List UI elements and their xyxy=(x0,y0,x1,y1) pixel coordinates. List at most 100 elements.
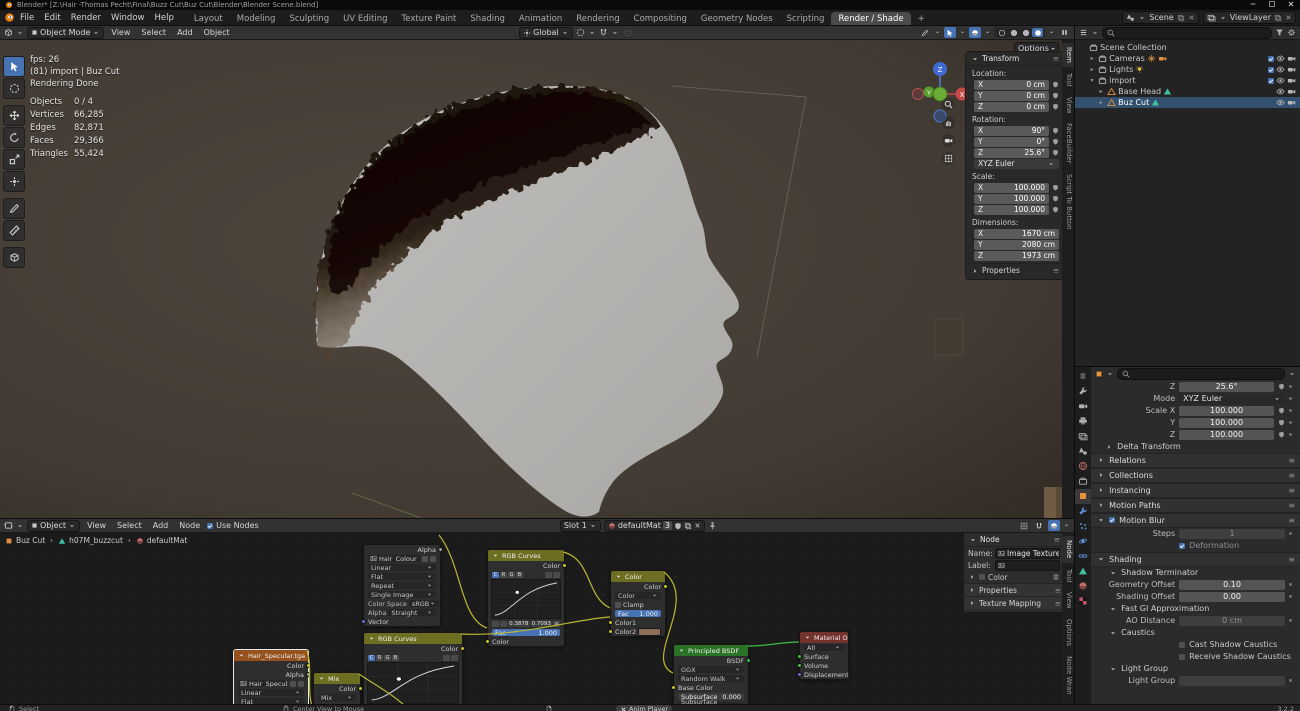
shader-tab-node[interactable]: Node xyxy=(1062,536,1074,562)
slot-dropdown[interactable]: Slot 1 xyxy=(560,520,601,532)
viewport-toggle-0-icon[interactable] xyxy=(919,27,931,38)
anim-player-pill[interactable]: Anim Player xyxy=(616,705,672,711)
workspace-tab-texture-paint[interactable]: Texture Paint xyxy=(395,12,464,25)
viewport-menu-view[interactable]: View xyxy=(107,28,134,37)
use-nodes-checkbox[interactable]: Use Nodes xyxy=(207,521,259,530)
include-checkbox[interactable] xyxy=(1268,56,1274,62)
gizmo-neg-x-axis[interactable] xyxy=(913,89,924,100)
props-tab-4-scene[interactable] xyxy=(1075,444,1091,459)
hide-viewport-icon[interactable] xyxy=(1276,54,1285,63)
color-enable-checkbox[interactable] xyxy=(979,574,985,580)
material-users-count[interactable]: 3 xyxy=(663,521,672,530)
hide-viewport-icon[interactable] xyxy=(1276,65,1285,74)
subpanel-header-delta-transform[interactable]: Delta Transform xyxy=(1091,441,1300,453)
snap-toggle-icon[interactable] xyxy=(599,28,608,37)
lock-icon[interactable] xyxy=(1278,431,1285,438)
animate-dot[interactable] xyxy=(1289,679,1292,682)
unlink-scene-icon[interactable] xyxy=(1188,14,1195,21)
props-tab-13-sphere[interactable] xyxy=(1075,579,1091,594)
tool-measure[interactable] xyxy=(3,220,25,241)
props-tab-0-wrench[interactable] xyxy=(1075,384,1091,399)
field-scale-y[interactable]: Y100.000 xyxy=(974,194,1049,204)
animate-dot[interactable] xyxy=(1289,409,1292,412)
include-checkbox[interactable] xyxy=(1268,67,1274,73)
shader-menu-add[interactable]: Add xyxy=(149,521,173,530)
prop-field[interactable]: 100.000 xyxy=(1179,406,1274,416)
transform-orientation-dropdown[interactable]: Global xyxy=(519,27,573,39)
lock-icon[interactable] xyxy=(1052,138,1059,145)
proportional-editing-icon[interactable] xyxy=(622,27,634,38)
lock-icon[interactable] xyxy=(1278,407,1285,414)
viewport-menu-object[interactable]: Object xyxy=(200,28,234,37)
props-tab-6-collection[interactable] xyxy=(1075,474,1091,489)
expander-icon[interactable]: ▸ xyxy=(1088,66,1096,73)
lock-icon[interactable] xyxy=(1278,383,1285,390)
outliner-settings-icon[interactable] xyxy=(1287,28,1296,37)
disable-render-icon[interactable] xyxy=(1287,76,1296,85)
shader-menu-view[interactable]: View xyxy=(83,521,110,530)
shading-wireframe-icon[interactable] xyxy=(996,28,1007,37)
prop-field[interactable] xyxy=(1179,676,1285,686)
props-tab-7-objsq[interactable] xyxy=(1075,489,1091,504)
props-tab-3-photos[interactable] xyxy=(1075,429,1091,444)
field-rotation-y[interactable]: Y0° xyxy=(974,137,1049,147)
prop-checkbox-deformation[interactable]: Deformation xyxy=(1091,540,1300,552)
checkbox[interactable] xyxy=(1179,543,1185,549)
shader-toggle-2-icon[interactable] xyxy=(1048,520,1060,531)
outliner-row-cameras[interactable]: ▸Cameras xyxy=(1075,53,1300,64)
new-material-icon[interactable] xyxy=(684,522,692,530)
nav-toggle-ortho[interactable] xyxy=(942,152,955,165)
lock-icon[interactable] xyxy=(1052,195,1059,202)
pause-render-icon[interactable] xyxy=(1058,27,1070,38)
panel-header-motion-blur[interactable]: Motion Blur≡ xyxy=(1091,513,1300,528)
vp-tab-view[interactable]: View xyxy=(1062,93,1074,118)
props-tab-1-camv[interactable] xyxy=(1075,399,1091,414)
new-scene-icon[interactable] xyxy=(1177,14,1185,22)
shading-material-preview-icon[interactable] xyxy=(1020,28,1031,37)
node-label-field[interactable] xyxy=(995,560,1060,571)
properties-editor[interactable]: Z25.6°ModeXYZ EulerScale X100.000Y100.00… xyxy=(1075,366,1300,705)
subpanel-header-shadow-terminator[interactable]: Shadow Terminator xyxy=(1091,567,1300,579)
props-tab-5-globe[interactable] xyxy=(1075,459,1091,474)
pivot-point-icon[interactable] xyxy=(576,28,585,37)
lock-icon[interactable] xyxy=(1052,206,1059,213)
disable-render-icon[interactable] xyxy=(1287,54,1296,63)
tool-cursor[interactable] xyxy=(3,78,25,99)
hide-viewport-icon[interactable] xyxy=(1276,76,1285,85)
panel-header-collections[interactable]: Collections≡ xyxy=(1091,468,1300,483)
field-location-z[interactable]: Z0 cm xyxy=(974,102,1049,112)
shader-tab-tool[interactable]: Tool xyxy=(1062,565,1074,587)
editor-type-3d-viewport-icon[interactable] xyxy=(4,28,13,37)
panel-header-shading[interactable]: Shading≡ xyxy=(1091,552,1300,567)
properties-search-input[interactable] xyxy=(1117,368,1285,380)
lock-icon[interactable] xyxy=(1052,184,1059,191)
prop-dropdown[interactable]: XYZ Euler xyxy=(1179,394,1285,404)
shader-toggle-0-icon[interactable] xyxy=(1018,520,1030,531)
props-tab-2-printer[interactable] xyxy=(1075,414,1091,429)
prop-field[interactable]: 0.10 xyxy=(1179,580,1285,590)
remove-viewlayer-icon[interactable] xyxy=(1285,14,1292,21)
shader-type-dropdown[interactable]: Object xyxy=(27,520,80,532)
field-scale-x[interactable]: X100.000 xyxy=(974,183,1049,193)
workspace-tab-rendering[interactable]: Rendering xyxy=(569,12,626,25)
lock-icon[interactable] xyxy=(1052,127,1059,134)
rotation-mode-dropdown[interactable]: XYZ Euler xyxy=(974,159,1059,169)
field-location-y[interactable]: Y0 cm xyxy=(974,91,1049,101)
expander-icon[interactable]: ▸ xyxy=(1088,55,1096,62)
filter-chevron-icon[interactable] xyxy=(1288,370,1296,378)
subpanel-header-light-group[interactable]: Light Group xyxy=(1091,663,1300,675)
hide-viewport-icon[interactable] xyxy=(1276,87,1285,96)
animate-dot[interactable] xyxy=(1289,397,1292,400)
fake-user-icon[interactable] xyxy=(674,522,682,530)
checkbox[interactable] xyxy=(1179,642,1185,648)
navigation-gizmo[interactable]: ZXY xyxy=(912,56,968,128)
editor-type-shader-icon[interactable] xyxy=(4,521,13,530)
menu-render[interactable]: Render xyxy=(66,13,106,23)
checkbox[interactable] xyxy=(1179,654,1185,660)
field-dimensions-y[interactable]: Y2080 cm xyxy=(974,240,1059,250)
animate-dot[interactable] xyxy=(1289,583,1292,586)
workspace-tab-geometry-nodes[interactable]: Geometry Nodes xyxy=(694,12,780,25)
material-selector[interactable]: defaultMat3 xyxy=(604,520,705,532)
shader-editor[interactable]: ObjectViewSelectAddNodeUse NodesSlot 1de… xyxy=(0,518,1074,704)
viewport-toggle-2-icon[interactable] xyxy=(969,27,981,38)
